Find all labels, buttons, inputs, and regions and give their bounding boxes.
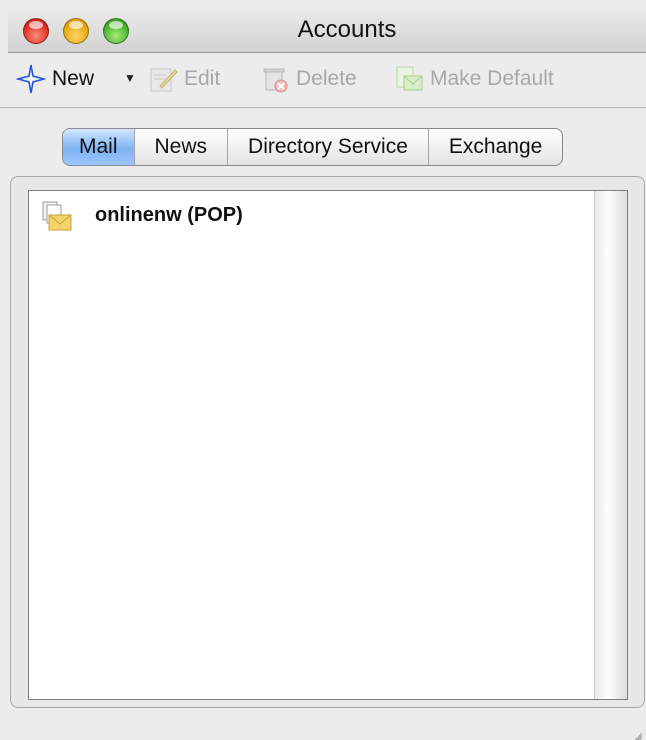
account-type-tabs: Mail News Directory Service Exchange [62, 128, 564, 166]
mail-account-icon [41, 200, 72, 231]
tab-exchange[interactable]: Exchange [427, 129, 562, 165]
make-default-button[interactable]: Make Default [394, 63, 554, 95]
edit-button[interactable]: Edit [148, 63, 220, 95]
new-star-icon [14, 64, 48, 94]
account-label: onlinenw (POP) [95, 203, 243, 226]
vertical-scrollbar[interactable] [594, 191, 627, 699]
list-item[interactable]: onlinenw (POP) [41, 199, 243, 231]
tab-mail[interactable]: Mail [63, 129, 134, 165]
tab-directory-service[interactable]: Directory Service [227, 129, 428, 165]
make-default-icon [394, 64, 424, 94]
edit-label: Edit [184, 67, 221, 90]
tab-news[interactable]: News [133, 129, 228, 165]
make-default-label: Make Default [430, 67, 554, 90]
title-bar: Accounts [8, 6, 646, 53]
toolbar: New ▼ Edit Delete Make Default [0, 53, 646, 108]
accounts-window: Accounts New ▼ Edit Delete Make Default … [0, 0, 646, 740]
new-dropdown-arrow-icon[interactable]: ▼ [124, 71, 136, 85]
new-button[interactable]: New [14, 63, 95, 95]
delete-button[interactable]: Delete [260, 63, 357, 95]
new-label: New [52, 67, 95, 90]
edit-icon [148, 64, 178, 94]
window-title: Accounts [297, 16, 397, 43]
trash-icon [260, 64, 290, 94]
resize-grip-icon[interactable] [624, 718, 644, 740]
accounts-list[interactable]: onlinenw (POP) [28, 190, 628, 700]
delete-label: Delete [296, 67, 357, 90]
